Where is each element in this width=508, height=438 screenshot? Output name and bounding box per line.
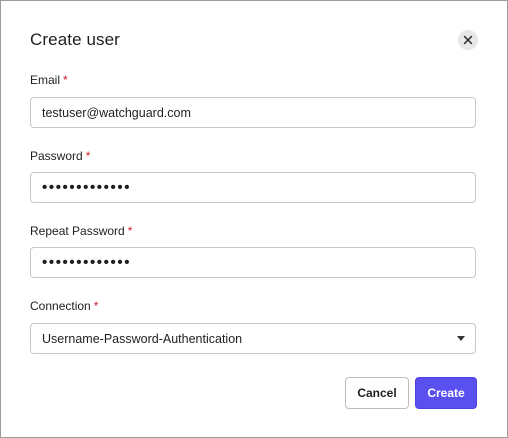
create-user-dialog: Create user Email * testuser@watchguard.c… [0, 0, 508, 438]
repeat-password-field[interactable]: ••••••••••••• [30, 247, 476, 278]
email-value: testuser@watchguard.com [42, 105, 191, 120]
repeat-password-label-text: Repeat Password [30, 224, 125, 238]
password-value: ••••••••••••• [42, 179, 132, 196]
close-icon [463, 35, 473, 45]
connection-value: Username-Password-Authentication [42, 331, 243, 346]
required-marker: * [85, 149, 91, 163]
required-marker: * [127, 224, 133, 238]
connection-label-text: Connection [30, 299, 91, 313]
cancel-button[interactable]: Cancel [345, 377, 409, 409]
connection-label: Connection * [30, 299, 98, 313]
chevron-down-icon [457, 336, 465, 341]
email-field[interactable]: testuser@watchguard.com [30, 97, 476, 128]
required-marker: * [63, 73, 68, 87]
password-label-text: Password [30, 149, 83, 163]
email-label: Email * [30, 73, 68, 87]
password-label: Password * [30, 149, 90, 163]
email-label-text: Email [30, 73, 61, 87]
connection-select[interactable]: Username-Password-Authentication [30, 323, 476, 354]
dialog-title: Create user [30, 30, 120, 49]
repeat-password-value: ••••••••••••• [42, 254, 132, 271]
close-button[interactable] [458, 30, 478, 50]
password-field[interactable]: ••••••••••••• [30, 172, 476, 203]
required-marker: * [93, 299, 99, 313]
create-button[interactable]: Create [415, 377, 477, 409]
repeat-password-label: Repeat Password * [30, 224, 132, 238]
